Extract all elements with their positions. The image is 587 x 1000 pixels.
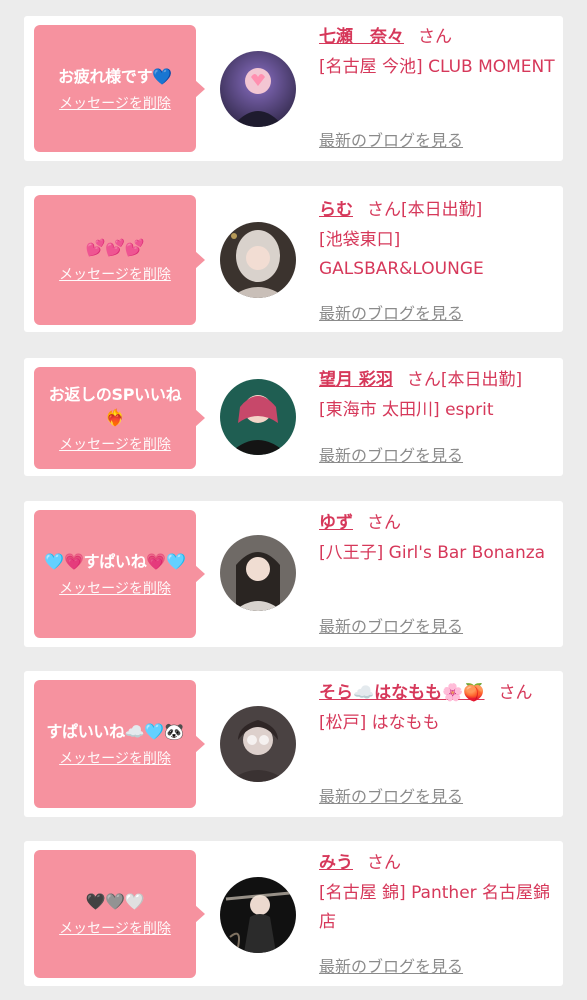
sender-name-link[interactable]: みう xyxy=(319,853,353,873)
honorific: さん xyxy=(367,853,401,873)
message-bubble: すぱいいね☁️🩵🐼 メッセージを削除 xyxy=(34,680,205,808)
sender-info: そら☁️はなもも🌸🍑 さん [松戸] はなもも xyxy=(319,681,557,738)
message-bubble: 💕💕💕 メッセージを削除 xyxy=(34,195,205,325)
message-text: 🖤🩶🤍 xyxy=(85,892,145,911)
avatar[interactable] xyxy=(220,379,296,455)
status-badge: [本日出勤] xyxy=(401,200,483,220)
shop-info: [松戸] はなもも xyxy=(319,713,440,733)
sender-name-link[interactable]: そら☁️はなもも🌸🍑 xyxy=(319,683,485,703)
message-card: お疲れ様です💙 メッセージを削除 七瀬 奈々 さん [名古屋 今池] CLUB M… xyxy=(24,16,563,161)
message-text: 💕💕💕 xyxy=(85,238,145,257)
message-bubble: 🖤🩶🤍 メッセージを削除 xyxy=(34,850,205,978)
message-bubble: お疲れ様です💙 メッセージを削除 xyxy=(34,25,205,152)
sender-name-link[interactable]: 七瀬 奈々 xyxy=(319,27,404,47)
message-card: お返しのSPいいね❤️‍🔥 メッセージを削除 望月 彩羽 さん[本日出勤] [東海… xyxy=(24,358,563,476)
name-line: ゆず さん xyxy=(319,511,557,536)
message-card: 🩵💗すぱいね💗🩵 メッセージを削除 ゆず さん [八王子] Girl's Bar … xyxy=(24,501,563,647)
name-line: らむ さん[本日出勤] xyxy=(319,198,557,223)
message-card: 🖤🩶🤍 メッセージを削除 みう さん [名古屋 錦] Panther 名古屋錦店 … xyxy=(24,841,563,986)
sender-info: みう さん [名古屋 錦] Panther 名古屋錦店 xyxy=(319,851,557,937)
sender-name-link[interactable]: 望月 彩羽 xyxy=(319,370,393,390)
sender-info: 望月 彩羽 さん[本日出勤] [東海市 太田川] esprit xyxy=(319,368,557,425)
shop-info: [東海市 太田川] esprit xyxy=(319,400,494,420)
delete-message-link[interactable]: メッセージを削除 xyxy=(59,918,171,938)
honorific: さん xyxy=(418,27,452,47)
delete-message-link[interactable]: メッセージを削除 xyxy=(59,748,171,768)
message-text: 🩵💗すぱいね💗🩵 xyxy=(44,552,186,571)
avatar[interactable] xyxy=(220,535,296,611)
avatar[interactable] xyxy=(220,706,296,782)
avatar[interactable] xyxy=(220,51,296,127)
view-latest-blog-link[interactable]: 最新のブログを見る xyxy=(319,613,463,637)
shop-info: [名古屋 今池] CLUB MOMENT xyxy=(319,57,555,77)
honorific: さん xyxy=(367,513,401,533)
sender-name-link[interactable]: ゆず xyxy=(319,513,353,533)
message-text: すぱいいね☁️🩵🐼 xyxy=(46,722,184,741)
delete-message-link[interactable]: メッセージを削除 xyxy=(59,434,171,454)
shop-info: [八王子] Girl's Bar Bonanza xyxy=(319,543,546,563)
status-badge: [本日出勤] xyxy=(440,370,523,390)
message-bubble: 🩵💗すぱいね💗🩵 メッセージを削除 xyxy=(34,510,205,638)
shop-info: [名古屋 錦] Panther 名古屋錦店 xyxy=(319,883,551,932)
name-line: 望月 彩羽 さん[本日出勤] xyxy=(319,368,557,393)
delete-message-link[interactable]: メッセージを削除 xyxy=(59,578,171,598)
message-bubble: お返しのSPいいね❤️‍🔥 メッセージを削除 xyxy=(34,367,205,469)
honorific: さん xyxy=(406,370,441,390)
sender-info: らむ さん[本日出勤] [池袋東口] GALSBAR&LOUNGE xyxy=(319,198,557,284)
honorific: さん xyxy=(498,683,533,703)
view-latest-blog-link[interactable]: 最新のブログを見る xyxy=(319,127,463,151)
name-line: みう さん xyxy=(319,851,557,876)
view-latest-blog-link[interactable]: 最新のブログを見る xyxy=(319,442,463,466)
honorific: さん xyxy=(367,200,401,220)
view-latest-blog-link[interactable]: 最新のブログを見る xyxy=(319,300,463,324)
avatar[interactable] xyxy=(220,222,296,298)
shop-info: [池袋東口] GALSBAR&LOUNGE xyxy=(319,230,484,279)
view-latest-blog-link[interactable]: 最新のブログを見る xyxy=(319,953,463,977)
message-text: お疲れ様です💙 xyxy=(58,66,172,86)
name-line: 七瀬 奈々 さん xyxy=(319,25,557,50)
message-card: 💕💕💕 メッセージを削除 らむ さん[本日出勤] [池袋東口] GALSBAR&L… xyxy=(24,186,563,332)
name-line: そら☁️はなもも🌸🍑 さん xyxy=(319,681,557,706)
delete-message-link[interactable]: メッセージを削除 xyxy=(59,264,171,284)
sender-info: ゆず さん [八王子] Girl's Bar Bonanza xyxy=(319,511,557,568)
sender-name-link[interactable]: らむ xyxy=(319,200,353,220)
sender-info: 七瀬 奈々 さん [名古屋 今池] CLUB MOMENT xyxy=(319,25,557,82)
message-card: すぱいいね☁️🩵🐼 メッセージを削除 そら☁️はなもも🌸🍑 さん [松戸] はなも… xyxy=(24,671,563,817)
delete-message-link[interactable]: メッセージを削除 xyxy=(59,93,171,113)
message-text: お返しのSPいいね❤️‍🔥 xyxy=(48,384,182,427)
view-latest-blog-link[interactable]: 最新のブログを見る xyxy=(319,783,463,807)
avatar[interactable] xyxy=(220,877,296,953)
